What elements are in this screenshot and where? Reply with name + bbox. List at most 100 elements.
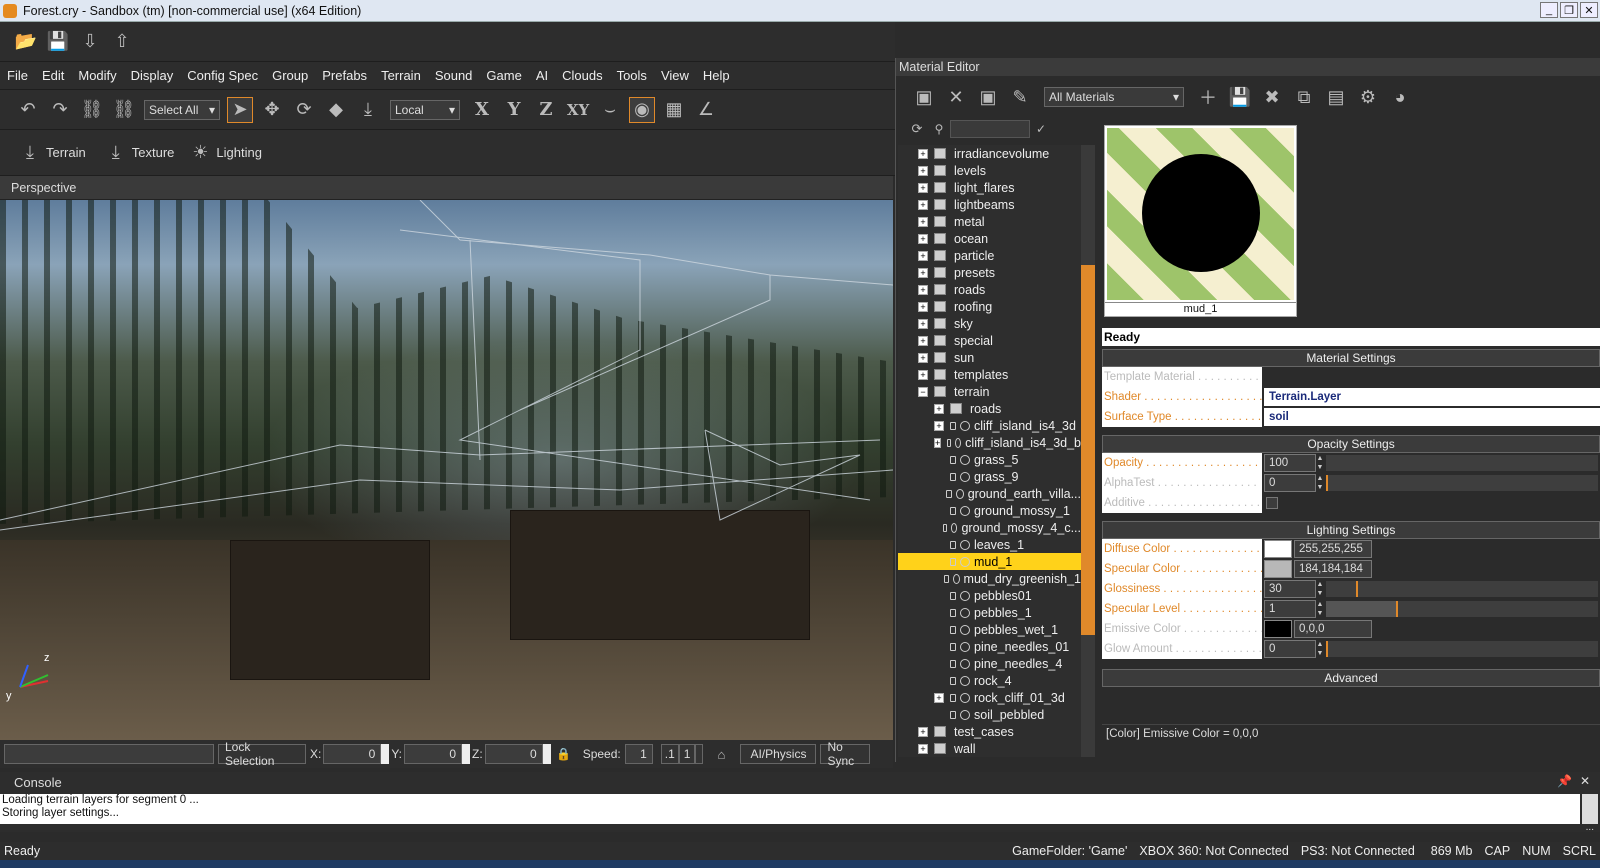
alphatest-input[interactable]: 0 <box>1264 474 1316 492</box>
expand-icon[interactable]: + <box>934 437 942 448</box>
tree-item[interactable]: + roofing <box>898 298 1081 315</box>
maximize-button[interactable]: ❐ <box>1560 2 1578 18</box>
diffuse-color-swatch[interactable] <box>1264 540 1292 558</box>
expand-icon[interactable]: + <box>918 743 928 754</box>
pick-material-icon[interactable]: ✎ <box>1007 84 1033 110</box>
close-button[interactable]: ✕ <box>1580 2 1598 18</box>
menu-group[interactable]: Group <box>272 68 308 83</box>
tree-item[interactable]: + cliff_island_is4_3d <box>898 417 1081 434</box>
template-material-value[interactable] <box>1264 368 1600 386</box>
tree-item[interactable]: + cliff_island_is4_3d_b <box>898 434 1081 451</box>
menu-tools[interactable]: Tools <box>617 68 647 83</box>
menu-ai[interactable]: AI <box>536 68 548 83</box>
lock-selection-button[interactable]: Lock Selection <box>218 740 306 768</box>
tree-item[interactable]: + ocean <box>898 230 1081 247</box>
expand-icon[interactable]: + <box>934 403 944 414</box>
material-settings-header[interactable]: Material Settings <box>1102 349 1600 367</box>
paste-material-icon[interactable]: ▤ <box>1323 84 1349 110</box>
tree-item[interactable]: + sky <box>898 315 1081 332</box>
opacity-settings-header[interactable]: Opacity Settings <box>1102 435 1600 453</box>
redo-icon[interactable]: ↷ <box>47 97 73 123</box>
alphatest-slider[interactable] <box>1326 475 1598 491</box>
lighting-settings-header[interactable]: Lighting Settings <box>1102 521 1600 539</box>
angle-snap-icon[interactable]: ∠ <box>693 97 719 123</box>
menu-edit[interactable]: Edit <box>42 68 64 83</box>
tree-item[interactable]: pebbles01 <box>898 587 1081 604</box>
import-icon[interactable]: ⇩ <box>77 29 103 55</box>
speed-10-button[interactable] <box>695 744 704 764</box>
opacity-slider[interactable] <box>1326 455 1598 471</box>
camera-icon[interactable]: ◉ <box>629 96 655 123</box>
grid-icon[interactable]: ▦ <box>661 97 687 123</box>
specular-color-swatch[interactable] <box>1264 560 1292 578</box>
z-spinner[interactable] <box>542 744 551 764</box>
speed-0-1-button[interactable]: .1 <box>660 744 679 764</box>
tree-item[interactable]: + templates <box>898 366 1081 383</box>
glossiness-input[interactable]: 30 <box>1264 580 1316 598</box>
glow-amount-spinner[interactable]: ▲ ▼ <box>1316 640 1324 658</box>
opacity-spinner[interactable]: ▲ ▼ <box>1316 454 1324 472</box>
x-coord-input[interactable]: 0 <box>323 744 382 764</box>
texture-icon[interactable]: ⤓ <box>103 140 129 166</box>
diffuse-color-value[interactable]: 255,255,255 <box>1294 540 1372 558</box>
texture-button[interactable]: Texture <box>132 145 175 160</box>
tree-item[interactable]: + roads <box>898 400 1081 417</box>
ai-physics-button[interactable]: AI/Physics <box>740 744 817 764</box>
no-sync-button[interactable]: No Sync <box>820 740 871 768</box>
menu-sound[interactable]: Sound <box>435 68 473 83</box>
speed-input[interactable]: 1 <box>624 744 653 764</box>
coord-system-dropdown[interactable]: Local ▾ <box>390 99 460 120</box>
select-all-dropdown[interactable]: Select All ▾ <box>144 99 220 120</box>
tree-item[interactable]: + roads <box>898 281 1081 298</box>
save-material-icon[interactable]: 💾 <box>1227 84 1253 110</box>
expand-icon[interactable]: + <box>918 726 928 737</box>
snap-to-terrain-icon[interactable]: ⤓ <box>355 97 381 123</box>
expand-icon[interactable]: + <box>918 199 928 210</box>
tree-item[interactable]: + wall <box>898 740 1081 757</box>
y-spinner[interactable] <box>462 744 471 764</box>
specular-level-spinner[interactable]: ▲ ▼ <box>1316 600 1324 618</box>
open-icon[interactable]: 📂 <box>13 29 39 55</box>
terrain-follow-icon[interactable]: ⌣ <box>597 97 623 123</box>
lock-icon[interactable]: 🔒 <box>556 741 572 767</box>
tree-item[interactable]: + test_cases <box>898 723 1081 740</box>
axis-xy-button[interactable]: XY <box>565 97 591 123</box>
expand-icon[interactable]: + <box>918 335 928 346</box>
advanced-header[interactable]: Advanced <box>1102 669 1600 687</box>
expand-icon[interactable]: + <box>918 369 928 380</box>
expand-icon[interactable]: + <box>918 148 928 159</box>
expand-icon[interactable]: + <box>918 233 928 244</box>
unlink-icon[interactable]: ⛓ <box>111 97 137 123</box>
tree-item[interactable]: pebbles_wet_1 <box>898 621 1081 638</box>
scale-icon[interactable]: ◆ <box>323 97 349 123</box>
assign-material-icon[interactable]: ▣ <box>911 84 937 110</box>
expand-icon[interactable]: + <box>918 267 928 278</box>
y-coord-input[interactable]: 0 <box>404 744 463 764</box>
menu-view[interactable]: View <box>661 68 689 83</box>
tree-item[interactable]: grass_5 <box>898 451 1081 468</box>
preview-settings-icon[interactable]: ⚙ <box>1355 84 1381 110</box>
lighting-button[interactable]: Lighting <box>216 145 262 160</box>
menu-display[interactable]: Display <box>131 68 174 83</box>
glow-amount-slider[interactable] <box>1326 641 1598 657</box>
tree-item[interactable]: soil_pebbled <box>898 706 1081 723</box>
axis-y-button[interactable]: Y <box>501 97 527 123</box>
glossiness-spinner[interactable]: ▲ ▼ <box>1316 580 1324 598</box>
link-icon[interactable]: ⛓ <box>79 97 105 123</box>
x-spinner[interactable] <box>381 744 390 764</box>
get-material-icon[interactable]: ▣ <box>975 84 1001 110</box>
expand-icon[interactable]: − <box>918 386 928 397</box>
tree-item[interactable]: grass_9 <box>898 468 1081 485</box>
specular-level-slider[interactable] <box>1326 601 1598 617</box>
follow-icon[interactable]: ⌂ <box>711 741 731 767</box>
tree-scroll-thumb[interactable] <box>1081 265 1095 635</box>
tree-item[interactable]: + light_flares <box>898 179 1081 196</box>
tree-item[interactable]: ground_mossy_1 <box>898 502 1081 519</box>
terrain-button[interactable]: Terrain <box>46 145 86 160</box>
refresh-icon[interactable]: ⟳ <box>909 116 925 142</box>
tree-item[interactable]: + rock_cliff_01_3d <box>898 689 1081 706</box>
tree-item[interactable]: mud_dry_greenish_1 <box>898 570 1081 587</box>
minimize-button[interactable]: _ <box>1540 2 1558 18</box>
z-coord-input[interactable]: 0 <box>484 744 543 764</box>
expand-icon[interactable]: + <box>918 216 928 227</box>
